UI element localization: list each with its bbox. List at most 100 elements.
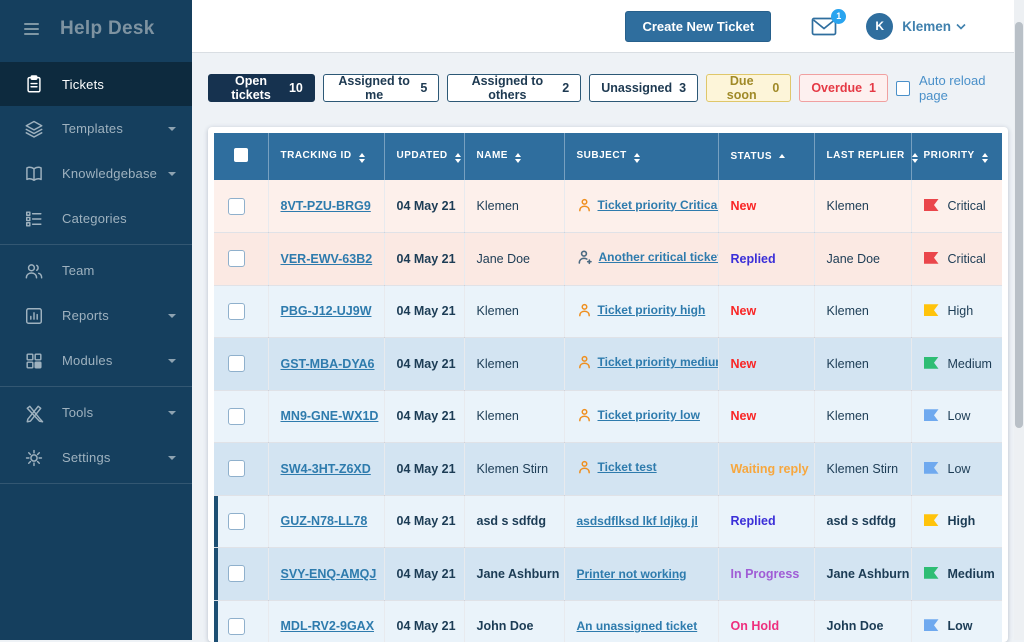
row-checkbox[interactable] <box>228 565 245 582</box>
tracking-id-link[interactable]: MDL-RV2-9GAX <box>281 619 375 633</box>
sidebar-header: Help Desk <box>0 0 192 57</box>
create-new-ticket-button[interactable]: Create New Ticket <box>625 11 771 42</box>
chevron-down-icon[interactable] <box>956 23 966 30</box>
updated-cell: 04 May 21 <box>384 338 464 391</box>
sidebar-item-tickets[interactable]: Tickets <box>0 62 192 106</box>
sidebar-item-settings[interactable]: Settings <box>0 435 192 480</box>
sidebar-item-label: Tools <box>62 405 168 420</box>
sidebar-item-tools[interactable]: Tools <box>0 390 192 435</box>
row-checkbox[interactable] <box>228 618 245 635</box>
subject-link[interactable]: Ticket priority low <box>598 408 700 422</box>
avatar[interactable]: K <box>866 13 893 40</box>
updated-cell: 04 May 21 <box>384 390 464 443</box>
filter-assigned-to-others[interactable]: Assigned to others2 <box>447 74 581 102</box>
tracking-id-link[interactable]: SW4-3HT-Z6XD <box>281 462 371 476</box>
column-header-tracking-id[interactable]: TRACKING ID <box>268 133 384 180</box>
sidebar-item-team[interactable]: Team <box>0 248 192 293</box>
subject-link[interactable]: An unassigned ticket <box>577 619 698 633</box>
tracking-id-link[interactable]: VER-EWV-63B2 <box>281 252 373 266</box>
filter-open-tickets[interactable]: Open tickets10 <box>208 74 315 102</box>
row-checkbox[interactable] <box>228 460 245 477</box>
row-select-cell <box>214 548 268 601</box>
auto-reload-toggle[interactable]: Auto reload page <box>896 73 1010 103</box>
sort-icon <box>982 153 988 163</box>
subject-link[interactable]: Ticket test <box>598 460 657 474</box>
filter-unassigned[interactable]: Unassigned3 <box>589 74 698 102</box>
sidebar-item-categories[interactable]: Categories <box>0 196 192 241</box>
row-checkbox[interactable] <box>228 513 245 530</box>
name-cell: Klemen Stirn <box>464 443 564 496</box>
scrollbar[interactable] <box>1014 0 1024 640</box>
sidebar-item-modules[interactable]: Modules <box>0 338 192 383</box>
name-cell: Klemen <box>464 180 564 233</box>
select-all-checkbox[interactable] <box>234 148 248 162</box>
row-checkbox[interactable] <box>228 250 245 267</box>
subject-link[interactable]: Ticket priority high <box>598 303 706 317</box>
sidebar-divider <box>0 244 192 245</box>
bar-chart-icon <box>24 306 44 326</box>
sidebar-item-templates[interactable]: Templates <box>0 106 192 151</box>
team-icon <box>24 261 44 281</box>
tracking-id-link[interactable]: GST-MBA-DYA6 <box>281 357 375 371</box>
table-row: SW4-3HT-Z6XD04 May 21Klemen StirnTicket … <box>214 443 1002 496</box>
tracking-id-cell: 8VT-PZU-BRG9 <box>268 180 384 233</box>
caret-down-icon <box>168 314 176 318</box>
subject-link[interactable]: Ticket priority Critical <box>598 198 719 212</box>
subject-link[interactable]: Ticket priority medium <box>598 355 719 369</box>
tracking-id-link[interactable]: GUZ-N78-LL78 <box>281 514 368 528</box>
row-checkbox[interactable] <box>228 303 245 320</box>
priority-flag-icon <box>924 199 939 211</box>
sidebar-item-label: Knowledgebase <box>62 166 168 181</box>
updated-cell: 04 May 21 <box>384 600 464 642</box>
tracking-id-link[interactable]: 8VT-PZU-BRG9 <box>281 199 371 213</box>
priority-cell: Low <box>911 600 1002 642</box>
priority-cell: Low <box>911 390 1002 443</box>
tracking-id-link[interactable]: PBG-J12-UJ9W <box>281 304 372 318</box>
user-menu[interactable]: Klemen <box>902 19 951 34</box>
table-row: GUZ-N78-LL7804 May 21asd s sdfdgasdsdflk… <box>214 495 1002 548</box>
column-header-last-replier[interactable]: LAST REPLIER <box>814 133 911 180</box>
priority-flag-icon <box>924 514 939 526</box>
caret-down-icon <box>168 411 176 415</box>
updated-cell: 04 May 21 <box>384 548 464 601</box>
priority-cell: Medium <box>911 548 1002 601</box>
person-icon <box>577 354 592 373</box>
sidebar-item-reports[interactable]: Reports <box>0 293 192 338</box>
filter-overdue[interactable]: Overdue1 <box>799 74 888 102</box>
updated-cell: 04 May 21 <box>384 285 464 338</box>
table-row: MN9-GNE-WX1D04 May 21KlemenTicket priori… <box>214 390 1002 443</box>
sidebar-item-label: Categories <box>62 211 176 226</box>
table-row: GST-MBA-DYA604 May 21KlemenTicket priori… <box>214 338 1002 391</box>
status-cell: On Hold <box>718 600 814 642</box>
sort-asc-icon <box>779 154 785 158</box>
row-checkbox[interactable] <box>228 355 245 372</box>
scrollbar-thumb[interactable] <box>1015 22 1023 428</box>
status-cell: Replied <box>718 233 814 286</box>
row-checkbox[interactable] <box>228 408 245 425</box>
column-header-priority[interactable]: PRIORITY <box>911 133 1002 180</box>
filter-assigned-to-me[interactable]: Assigned to me5 <box>323 74 439 102</box>
status-badge: In Progress <box>731 567 800 581</box>
subject-link[interactable]: asdsdflksd lkf ldjkg jl <box>577 514 698 528</box>
column-header-status[interactable]: STATUS <box>718 133 814 180</box>
subject-link[interactable]: Printer not working <box>577 567 687 581</box>
mail-icon[interactable]: 1 <box>811 16 837 37</box>
table-header-row: TRACKING IDUPDATEDNAMESUBJECTSTATUSLAST … <box>214 133 1002 180</box>
subject-cell: Printer not working <box>564 548 718 601</box>
tracking-id-link[interactable]: SVY-ENQ-AMQJ <box>281 567 377 581</box>
tracking-id-cell: MDL-RV2-9GAX <box>268 600 384 642</box>
priority-cell: High <box>911 285 1002 338</box>
priority-flag-icon <box>924 567 939 579</box>
auto-reload-checkbox[interactable] <box>896 81 910 96</box>
column-header-subject[interactable]: SUBJECT <box>564 133 718 180</box>
last-replier-cell: Klemen <box>814 285 911 338</box>
filter-due-soon[interactable]: Due soon0 <box>706 74 791 102</box>
column-header-name[interactable]: NAME <box>464 133 564 180</box>
last-replier-cell: Klemen <box>814 180 911 233</box>
row-checkbox[interactable] <box>228 198 245 215</box>
menu-toggle-icon[interactable] <box>24 23 39 35</box>
sidebar-item-knowledgebase[interactable]: Knowledgebase <box>0 151 192 196</box>
tracking-id-link[interactable]: MN9-GNE-WX1D <box>281 409 379 423</box>
subject-link[interactable]: Another critical ticket <box>599 250 719 264</box>
column-header-updated[interactable]: UPDATED <box>384 133 464 180</box>
